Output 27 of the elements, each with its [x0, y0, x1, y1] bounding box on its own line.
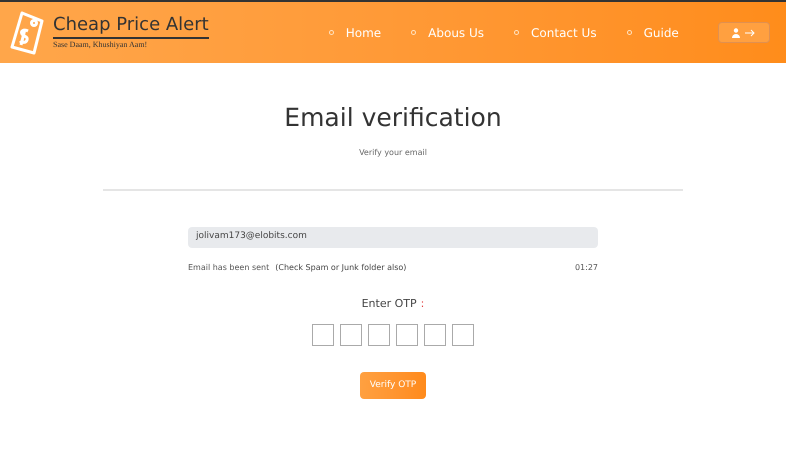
page-title: Email verification: [284, 102, 502, 134]
email-field[interactable]: jolivam173@elobits.com: [188, 226, 598, 248]
brand-tagline: Sase Daam, Khushiyan Aam!: [53, 39, 148, 51]
otp-input[interactable]: [452, 324, 474, 346]
nav-link[interactable]: Home: [346, 24, 382, 42]
countdown-timer: 01:27: [574, 262, 598, 274]
brand-name: Cheap Price Alert: [53, 14, 209, 39]
page-subtitle: Verify your email: [359, 146, 427, 158]
otp-input[interactable]: [396, 324, 418, 346]
bullet-icon: [626, 30, 632, 35]
otp-input[interactable]: [312, 324, 334, 346]
login-button[interactable]: [718, 22, 770, 43]
nav-link[interactable]: Abous Us: [428, 24, 484, 42]
otp-input[interactable]: [368, 324, 390, 346]
user-arrow-icon: [732, 28, 756, 38]
sent-message: Email has been sent: [188, 262, 270, 274]
bullet-icon: [328, 30, 334, 35]
nav-link[interactable]: Guide: [644, 24, 679, 42]
spam-hint: (Check Spam or Junk folder also): [275, 262, 406, 274]
otp-label: Enter OTP: [362, 296, 417, 312]
otp-input[interactable]: [340, 324, 362, 346]
required-mark: :: [420, 296, 424, 312]
otp-input[interactable]: [424, 324, 446, 346]
nav-link[interactable]: Contact Us: [531, 24, 597, 42]
bullet-icon: [514, 30, 520, 35]
verify-button[interactable]: Verify OTP: [360, 372, 426, 399]
bullet-icon: [411, 30, 416, 35]
